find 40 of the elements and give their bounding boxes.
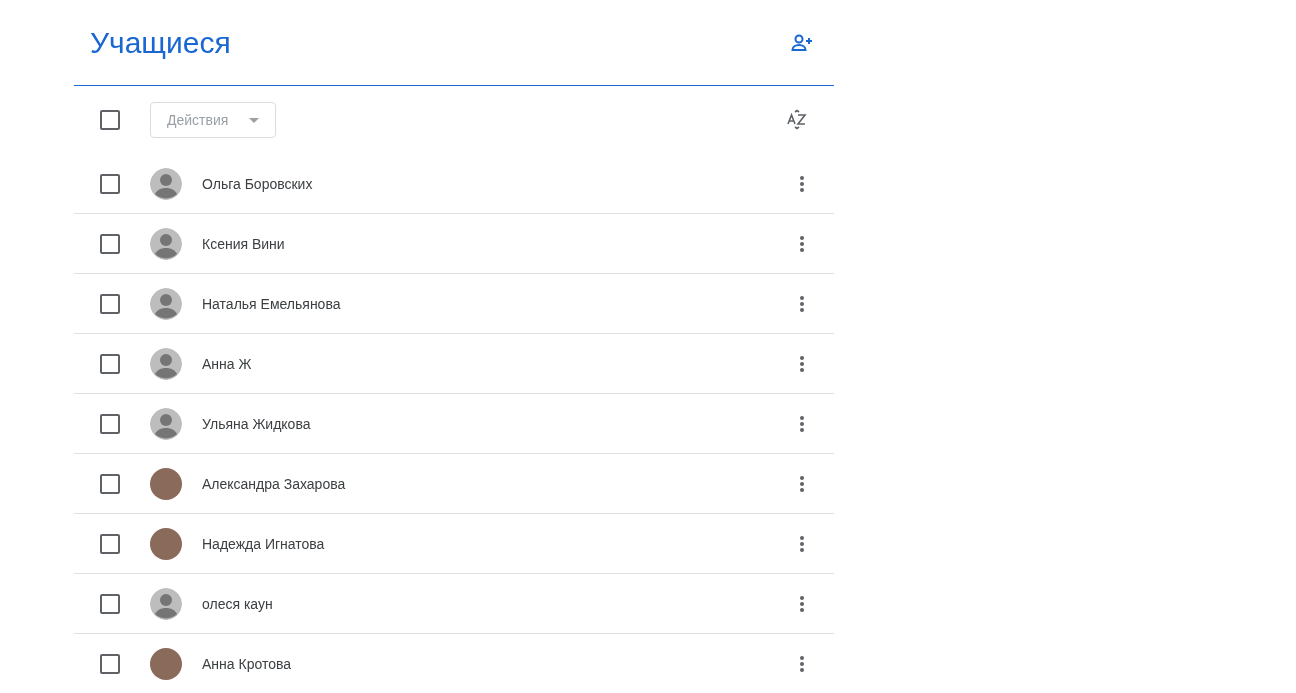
avatar-silhouette-icon [150, 587, 182, 620]
student-checkbox[interactable] [100, 173, 120, 194]
more-vertical-icon [800, 235, 804, 252]
more-vertical-icon [800, 535, 804, 552]
more-vertical-icon [800, 295, 804, 312]
student-name[interactable]: Наталья Емельянова [202, 295, 341, 312]
student-name[interactable]: Анна Ж [202, 355, 252, 372]
student-name[interactable]: Надежда Игнатова [202, 535, 325, 552]
student-checkbox[interactable] [100, 233, 120, 254]
more-vertical-icon [800, 355, 804, 372]
avatar-silhouette-icon [150, 347, 182, 380]
more-vertical-icon [800, 415, 804, 432]
photo-placeholder [150, 647, 182, 680]
student-name[interactable]: Александра Захарова [202, 475, 346, 492]
student-name[interactable]: Ульяна Жидкова [202, 415, 311, 432]
student-name[interactable]: Ксения Вини [202, 235, 285, 252]
more-vertical-icon [800, 475, 804, 492]
student-name[interactable]: Ольга Боровских [202, 175, 313, 192]
student-checkbox[interactable] [100, 293, 120, 314]
sort-az-icon [786, 109, 808, 131]
caret-icon [249, 117, 259, 123]
student-checkbox[interactable] [100, 413, 120, 434]
photo-placeholder [150, 527, 182, 560]
student-name[interactable]: Анна Кротова [202, 655, 291, 672]
student-name[interactable]: олеся каун [202, 595, 273, 612]
more-vertical-icon [800, 175, 804, 192]
select-all-checkbox[interactable] [100, 110, 120, 130]
avatar-silhouette-icon [150, 407, 182, 440]
student-checkbox[interactable] [100, 473, 120, 494]
avatar-silhouette-icon [150, 167, 182, 200]
student-checkbox[interactable] [100, 593, 120, 614]
page-title: Учащиеся [90, 25, 232, 60]
avatar-silhouette-icon [150, 287, 182, 320]
more-vertical-icon [800, 655, 804, 672]
more-vertical-icon [800, 595, 804, 612]
student-checkbox[interactable] [100, 533, 120, 554]
student-checkbox[interactable] [100, 353, 120, 374]
photo-placeholder [150, 467, 182, 500]
student-checkbox[interactable] [100, 653, 120, 674]
avatar-silhouette-icon [150, 227, 182, 260]
